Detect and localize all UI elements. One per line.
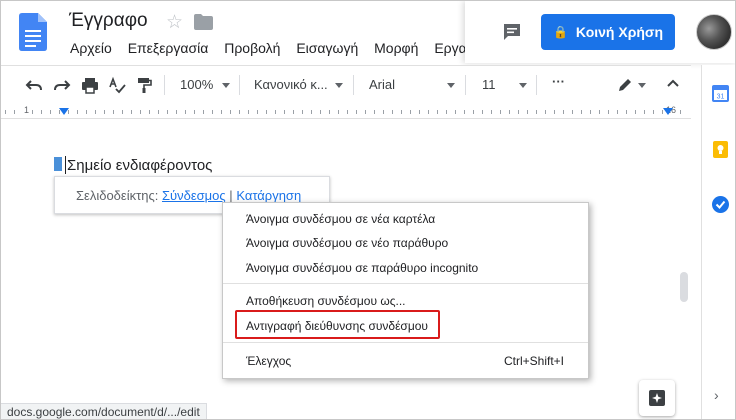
docs-window: Έγγραφο ☆ Αρχείο Επεξεργασία Προβολή Εισ…	[0, 0, 736, 420]
toolbar: 100% Κανονικό κ... Arial 11 ···	[1, 65, 691, 105]
status-bar-url: docs.google.com/document/d/.../edit	[1, 403, 207, 419]
side-panel: 31	[701, 65, 735, 419]
menu-item-open-incognito[interactable]: Άνοιγμα συνδέσμου σε παράθυρο incognito	[246, 261, 478, 275]
share-button-label: Κοινή Χρήση	[575, 24, 664, 40]
right-indent-marker[interactable]	[663, 108, 673, 115]
chevron-down-icon[interactable]	[335, 83, 343, 88]
paint-format-icon[interactable]	[135, 76, 153, 94]
explore-icon	[649, 390, 665, 406]
ruler: 1 16	[1, 104, 691, 119]
bookmark-label: Σελιδοδείκτης:	[76, 188, 159, 203]
ruler-start-label: 1	[23, 105, 31, 115]
highlight-annotation	[235, 310, 440, 339]
print-icon[interactable]	[81, 76, 99, 94]
edit-mode-icon[interactable]	[616, 76, 634, 94]
chevron-down-icon[interactable]	[638, 83, 646, 88]
scrollbar-thumb[interactable]	[680, 272, 688, 302]
tasks-icon[interactable]	[712, 196, 729, 213]
bookmark-separator: |	[229, 188, 233, 203]
style-select[interactable]: Κανονικό κ...	[254, 77, 328, 92]
menu-divider	[223, 342, 588, 343]
toolbar-divider	[465, 75, 466, 95]
toolbar-divider	[239, 75, 240, 95]
menu-view[interactable]: Προβολή	[224, 40, 280, 56]
toolbar-divider	[536, 75, 537, 95]
menu-tools[interactable]: Εργα	[434, 40, 466, 56]
bookmark-icon[interactable]	[54, 157, 62, 171]
keep-icon[interactable]	[712, 141, 729, 158]
menu-item-open-new-window[interactable]: Άνοιγμα συνδέσμου σε νέο παράθυρο	[246, 236, 448, 250]
comment-icon[interactable]	[502, 22, 522, 42]
docs-logo-icon[interactable]	[19, 13, 47, 51]
more-options[interactable]: ···	[552, 74, 565, 89]
toolbar-divider	[164, 75, 165, 95]
chevron-down-icon[interactable]	[222, 83, 230, 88]
menu-insert[interactable]: Εισαγωγή	[296, 40, 358, 56]
chevron-right-icon[interactable]: ›	[714, 387, 719, 403]
share-button[interactable]: 🔒 Κοινή Χρήση	[541, 14, 675, 50]
menu-bar: Αρχείο Επεξεργασία Προβολή Εισαγωγή Μορφ…	[70, 40, 479, 56]
chevron-down-icon[interactable]	[519, 83, 527, 88]
ruler-ticks	[5, 110, 687, 114]
svg-text:31: 31	[717, 94, 725, 101]
menu-format[interactable]: Μορφή	[374, 40, 418, 56]
redo-icon[interactable]	[53, 76, 71, 94]
calendar-icon[interactable]: 31	[712, 85, 729, 102]
menu-item-save-link-as[interactable]: Αποθήκευση συνδέσμου ως...	[246, 294, 406, 308]
document-title[interactable]: Έγγραφο	[69, 10, 148, 32]
folder-icon[interactable]	[194, 14, 213, 30]
menu-file[interactable]: Αρχείο	[70, 40, 112, 56]
inspect-shortcut: Ctrl+Shift+I	[503, 354, 564, 368]
body-text[interactable]: Σημείο ενδιαφέροντος	[67, 157, 212, 174]
context-menu: Άνοιγμα συνδέσμου σε νέα καρτέλα Άνοιγμα…	[222, 202, 589, 379]
spellcheck-icon[interactable]	[108, 76, 126, 94]
left-indent-marker[interactable]	[59, 108, 69, 115]
menu-item-open-new-tab[interactable]: Άνοιγμα συνδέσμου σε νέα καρτέλα	[246, 212, 435, 226]
menu-divider	[223, 283, 588, 284]
undo-icon[interactable]	[25, 76, 43, 94]
font-size-select[interactable]: 11	[482, 77, 496, 92]
explore-button[interactable]	[639, 380, 675, 416]
chevron-up-icon[interactable]	[665, 75, 681, 91]
bookmark-remove-link[interactable]: Κατάργηση	[236, 188, 301, 203]
lock-icon: 🔒	[552, 25, 568, 39]
menu-edit[interactable]: Επεξεργασία	[128, 40, 209, 56]
font-select[interactable]: Arial	[369, 77, 395, 92]
share-area: 🔒 Κοινή Χρήση	[465, 1, 735, 63]
bookmark-link[interactable]: Σύνδεσμος	[162, 188, 226, 203]
menu-item-inspect[interactable]: Έλεγχος	[246, 354, 291, 368]
toolbar-divider	[353, 75, 354, 95]
text-cursor	[65, 156, 66, 174]
chevron-down-icon[interactable]	[447, 83, 455, 88]
zoom-select[interactable]: 100%	[180, 77, 213, 92]
star-icon[interactable]: ☆	[166, 11, 183, 34]
avatar[interactable]	[696, 14, 732, 50]
